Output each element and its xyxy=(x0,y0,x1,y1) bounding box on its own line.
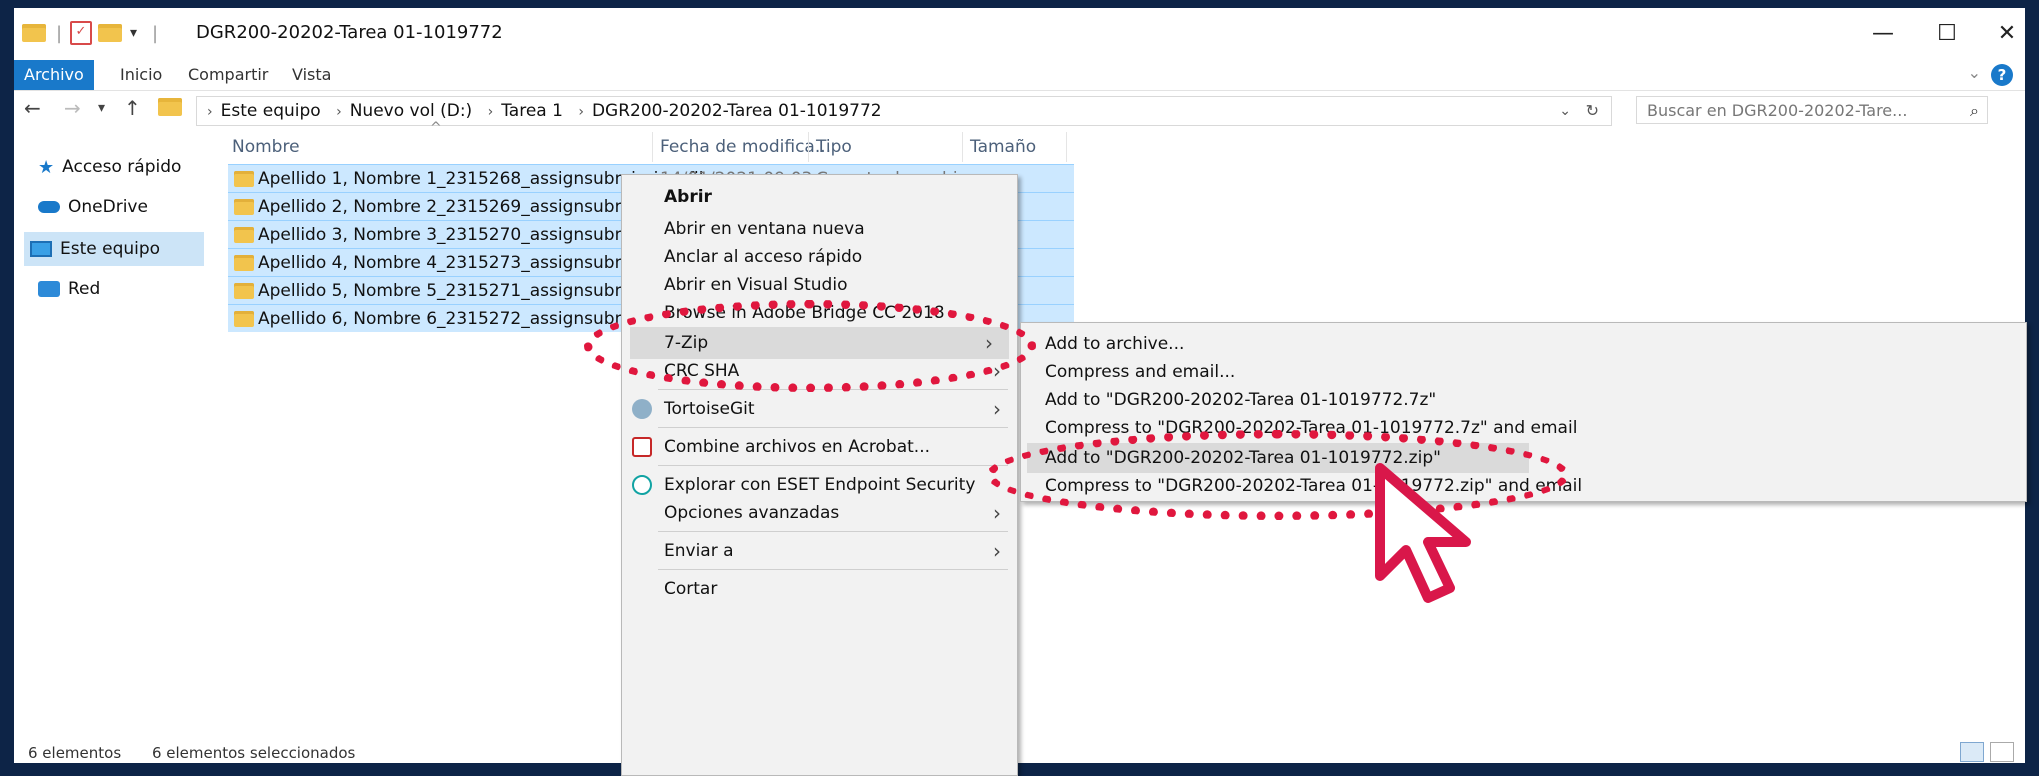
menu-item-label: Cortar xyxy=(664,579,718,599)
breadcrumb-current-folder[interactable]: DGR200-20202-Tarea 01-1019772 xyxy=(592,101,882,121)
submenu-arrow-icon: › xyxy=(993,397,1001,421)
eset-icon xyxy=(632,475,652,495)
star-icon: ★ xyxy=(38,156,55,178)
menu-item-tortoisegit[interactable]: TortoiseGit › xyxy=(622,393,1017,425)
ribbon: Archivo Inicio Compartir Vista ⌄ ? xyxy=(14,60,2025,91)
nav-item-onedrive[interactable]: OneDrive xyxy=(38,190,212,224)
ribbon-expand-icon[interactable]: ⌄ xyxy=(1968,63,1981,82)
divider: | xyxy=(152,22,159,44)
recent-locations-icon[interactable]: ▾ xyxy=(98,100,105,116)
column-divider[interactable] xyxy=(652,132,653,162)
menu-item-abrir[interactable]: Abrir xyxy=(622,181,1017,213)
nav-item-label: Acceso rápido xyxy=(62,157,182,177)
submenu-item-label: Add to "DGR200-20202-Tarea 01-1019772.7z… xyxy=(1045,390,1437,410)
item-count: 6 elementos xyxy=(28,744,122,762)
forward-button[interactable]: → xyxy=(64,96,81,120)
tortoisegit-icon xyxy=(632,399,652,419)
folder-icon xyxy=(234,227,254,243)
up-button[interactable]: ↑ xyxy=(124,96,141,120)
column-header-name[interactable]: Nombre xyxy=(232,130,300,164)
tab-archivo[interactable]: Archivo xyxy=(14,60,94,90)
submenu-item-add-7z[interactable]: Add to "DGR200-20202-Tarea 01-1019772.7z… xyxy=(1021,385,2026,415)
column-divider[interactable] xyxy=(1066,132,1067,162)
divider: | xyxy=(56,22,63,44)
nav-item-label: Red xyxy=(68,279,101,299)
network-icon xyxy=(38,281,60,297)
context-menu: Abrir Abrir en ventana nueva Anclar al a… xyxy=(621,174,1018,776)
cursor-arrow-icon xyxy=(1375,463,1471,603)
folder-icon xyxy=(234,199,254,215)
maximize-button[interactable]: ☐ xyxy=(1916,14,1978,52)
nav-item-este-equipo[interactable]: Este equipo xyxy=(24,232,204,266)
nav-item-red[interactable]: Red xyxy=(38,272,212,306)
minimize-button[interactable]: — xyxy=(1852,14,1914,52)
computer-icon xyxy=(30,241,52,257)
status-bar: 6 elementos 6 elementos seleccionados xyxy=(28,744,355,762)
menu-item-label: Abrir xyxy=(664,187,712,207)
submenu-item-label: Compress and email... xyxy=(1045,362,1236,382)
column-header-modified[interactable]: Fecha de modifica... xyxy=(660,130,831,164)
new-folder-icon[interactable] xyxy=(98,20,122,46)
properties-icon[interactable]: ✓ xyxy=(70,20,92,46)
breadcrumb-tarea-1[interactable]: Tarea 1 xyxy=(501,101,563,121)
menu-item-send-to[interactable]: Enviar a › xyxy=(622,535,1017,567)
folder-icon xyxy=(234,171,254,187)
folder-icon xyxy=(234,255,254,271)
menu-item-label: Opciones avanzadas xyxy=(664,503,840,523)
search-placeholder: Buscar en DGR200-20202-Tare... xyxy=(1647,101,1908,120)
back-button[interactable]: ← xyxy=(24,96,41,120)
menu-item-cut[interactable]: Cortar xyxy=(622,573,1017,605)
column-divider[interactable] xyxy=(808,132,809,162)
menu-item-advanced[interactable]: Opciones avanzadas › xyxy=(622,497,1017,529)
large-icons-view-icon[interactable] xyxy=(1990,742,2014,762)
nav-item-acceso-rapido[interactable]: ★ Acceso rápido xyxy=(38,150,212,184)
navigation-bar: ← → ▾ ↑ › Este equipo › Nuevo vol (D:) › Ta… xyxy=(14,90,2025,130)
sort-ascending-icon: ^ xyxy=(430,120,442,136)
submenu-arrow-icon: › xyxy=(993,501,1001,525)
nav-item-label: Este equipo xyxy=(60,239,161,259)
navigation-pane: ★ Acceso rápido OneDrive Este equipo Red xyxy=(14,130,210,750)
quick-access-dropdown-icon[interactable]: ▾ xyxy=(130,20,137,46)
menu-separator xyxy=(658,569,1008,570)
address-bar[interactable]: › Este equipo › Nuevo vol (D:) › Tarea 1 › D… xyxy=(196,96,1612,126)
folder-icon xyxy=(234,283,254,299)
view-switcher xyxy=(1960,742,2014,762)
column-header-size[interactable]: Tamaño xyxy=(970,130,1036,164)
submenu-arrow-icon: › xyxy=(993,539,1001,563)
tab-inicio[interactable]: Inicio xyxy=(110,60,172,90)
column-divider[interactable] xyxy=(962,132,963,162)
window-title: DGR200-20202-Tarea 01-1019772 xyxy=(196,22,503,43)
menu-separator xyxy=(658,427,1008,428)
search-icon: ⌕ xyxy=(1970,101,1979,120)
details-view-icon[interactable] xyxy=(1960,742,1984,762)
cloud-icon xyxy=(38,201,60,213)
address-dropdown-icon[interactable]: ⌄ xyxy=(1559,97,1571,125)
breadcrumb-este-equipo[interactable]: Este equipo xyxy=(221,101,321,121)
nav-item-label: OneDrive xyxy=(68,197,148,217)
folder-icon xyxy=(234,311,254,327)
location-folder-icon xyxy=(158,98,182,116)
submenu-item-add-archive[interactable]: Add to archive... xyxy=(1021,329,2026,359)
menu-item-combine-acrobat[interactable]: Combine archivos en Acrobat... xyxy=(622,431,1017,463)
annotation-ring-7zip xyxy=(584,300,1036,392)
submenu-item-compress-email[interactable]: Compress and email... xyxy=(1021,357,2026,387)
menu-item-label: Enviar a xyxy=(664,541,734,561)
close-button[interactable]: ✕ xyxy=(1976,14,2025,52)
submenu-item-label: Add to archive... xyxy=(1045,334,1185,354)
menu-item-label: Combine archivos en Acrobat... xyxy=(664,437,930,457)
menu-separator xyxy=(658,465,1008,466)
menu-item-label: TortoiseGit xyxy=(664,399,755,419)
search-input[interactable]: Buscar en DGR200-20202-Tare... ⌕ xyxy=(1636,96,1988,124)
refresh-icon[interactable]: ↻ xyxy=(1586,97,1599,125)
tab-compartir[interactable]: Compartir xyxy=(178,60,278,90)
tab-vista[interactable]: Vista xyxy=(282,60,341,90)
menu-separator xyxy=(658,531,1008,532)
column-header-type[interactable]: Tipo xyxy=(816,130,852,164)
help-button[interactable]: ? xyxy=(1991,64,2013,86)
acrobat-icon xyxy=(632,437,652,457)
title-bar: | ✓ ▾ | DGR200-20202-Tarea 01-1019772 — … xyxy=(14,8,2025,60)
selected-count: 6 elementos seleccionados xyxy=(151,744,356,762)
breadcrumb-nuevo-vol[interactable]: Nuevo vol (D:) xyxy=(350,101,473,121)
folder-icon xyxy=(22,20,46,46)
